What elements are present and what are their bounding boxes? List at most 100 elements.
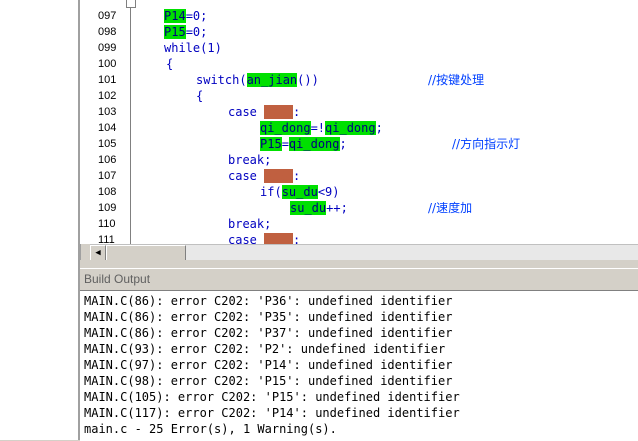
code-line[interactable]: 106 break; — [80, 152, 638, 168]
code-line[interactable]: 097 P14=0; — [80, 8, 638, 24]
code-text: break; — [228, 216, 271, 232]
highlighted-identifier: qi_dong — [260, 121, 311, 135]
highlighted-identifier: qi_dong — [325, 121, 376, 135]
code-token: : — [293, 169, 301, 183]
build-output-header: Build Output — [80, 268, 638, 291]
code-token: case — [228, 169, 265, 183]
code-token: ; — [375, 121, 383, 135]
code-text: { — [166, 56, 173, 72]
line-number: 101 — [98, 74, 117, 86]
code-token: break; — [228, 217, 272, 231]
code-token: switch( — [196, 73, 247, 87]
code-token: { — [166, 57, 174, 71]
code-token: = — [281, 137, 289, 151]
code-token: break; — [228, 153, 272, 167]
highlighted-identifier: su_du — [281, 185, 318, 199]
build-message[interactable]: MAIN.C(105): error C202: 'P15': undefine… — [84, 389, 460, 405]
code-text: P14=0; — [164, 8, 207, 24]
code-line[interactable]: 102 { — [80, 88, 638, 104]
line-number: 103 — [98, 106, 117, 118]
code-line[interactable]: 107 case 0x0d: — [80, 168, 638, 184]
code-text: { — [196, 88, 203, 104]
code-token: : — [293, 105, 301, 119]
code-text: case 0x0e: — [228, 104, 300, 120]
workspace-panel — [0, 0, 80, 440]
code-line[interactable]: 105 P15=qi_dong; //方向指示灯 — [80, 136, 638, 152]
code-line[interactable]: 109 su_du++; //速度加 — [80, 200, 638, 216]
code-text: P15=qi_dong; — [260, 136, 347, 152]
case-value: 0x0b — [264, 233, 294, 244]
line-number: 102 — [98, 90, 117, 102]
code-line[interactable]: 098 P15=0; — [80, 24, 638, 40]
code-text: if(su_du<9) — [260, 184, 340, 200]
code-line[interactable]: 101 switch(an_jian()) //按键处理 — [80, 72, 638, 88]
highlighted-identifier: su_du — [290, 201, 327, 215]
code-token: case — [228, 233, 265, 244]
code-token: { — [196, 89, 204, 103]
code-text: P15=0; — [164, 24, 207, 40]
code-line[interactable]: 110 break; — [80, 216, 638, 232]
code-text: switch(an_jian()) — [196, 72, 319, 88]
build-summary[interactable]: main.c - 25 Error(s), 1 Warning(s). — [84, 421, 337, 437]
code-line[interactable]: 111 case 0x0b: — [80, 232, 638, 244]
build-message[interactable]: MAIN.C(86): error C202: 'P37': undefined… — [84, 325, 452, 341]
case-value: 0x0d — [264, 169, 294, 183]
code-comment: //按键处理 — [428, 73, 485, 87]
code-token: ()) — [297, 73, 319, 87]
build-message[interactable]: MAIN.C(86): error C202: 'P35': undefined… — [84, 309, 452, 325]
code-text: qi_dong=!qi_dong; — [260, 120, 383, 136]
code-line[interactable]: 100 { — [80, 56, 638, 72]
code-token: =! — [310, 121, 326, 135]
build-message[interactable]: MAIN.C(97): error C202: 'P14': undefined… — [84, 357, 452, 373]
code-token: ++; — [326, 201, 348, 215]
code-text: su_du++; — [290, 200, 348, 216]
line-number: 104 — [98, 122, 117, 134]
pane-splitter[interactable] — [80, 260, 638, 268]
highlighted-identifier: an_jian — [246, 73, 298, 87]
code-line[interactable]: 099 while(1) — [80, 40, 638, 56]
line-number: 106 — [98, 154, 117, 166]
fold-toggle-icon[interactable] — [126, 0, 136, 8]
line-number: 100 — [98, 58, 117, 70]
code-line[interactable]: 104 qi_dong=!qi_dong; — [80, 120, 638, 136]
code-line[interactable]: 108 if(su_du<9) — [80, 184, 638, 200]
highlighted-identifier: P15 — [164, 25, 186, 39]
build-output-title: Build Output — [84, 272, 151, 286]
horizontal-scrollbar[interactable]: ◀ — [90, 244, 638, 261]
line-number: 105 — [98, 138, 117, 150]
build-message[interactable]: MAIN.C(98): error C202: 'P15': undefined… — [84, 373, 452, 389]
line-number: 110 — [98, 218, 116, 230]
code-token: while(1) — [164, 41, 222, 55]
highlighted-identifier: P14 — [164, 9, 186, 23]
line-number: 098 — [98, 26, 117, 38]
code-token: : — [293, 233, 301, 244]
line-number: 111 — [98, 234, 115, 244]
case-value: 0x0e — [264, 105, 294, 119]
line-number: 109 — [98, 202, 117, 214]
scroll-thumb[interactable] — [106, 245, 186, 261]
code-token: case — [228, 105, 265, 119]
line-number: 108 — [98, 186, 117, 198]
scroll-left-arrow-icon[interactable]: ◀ — [90, 245, 106, 261]
code-token: if( — [260, 185, 282, 199]
line-number: 099 — [98, 42, 117, 54]
code-text: break; — [228, 152, 271, 168]
line-number: 097 — [98, 10, 117, 22]
build-output-panel[interactable]: MAIN.C(86): error C202: 'P36': undefined… — [80, 290, 638, 441]
code-token: =0; — [185, 25, 208, 39]
code-comment: //速度加 — [428, 201, 473, 215]
code-line[interactable]: 103 case 0x0e: — [80, 104, 638, 120]
highlighted-identifier: qi_dong — [288, 137, 340, 151]
code-comment: //方向指示灯 — [452, 137, 521, 151]
build-message[interactable]: MAIN.C(117): error C202: 'P14': undefine… — [84, 405, 460, 421]
code-text: case 0x0d: — [228, 168, 300, 184]
code-token: =0; — [185, 9, 208, 23]
line-number: 107 — [98, 170, 117, 182]
build-message[interactable]: MAIN.C(86): error C202: 'P36': undefined… — [84, 293, 452, 309]
code-text: case 0x0b: — [228, 232, 300, 244]
code-token: <9) — [317, 185, 340, 199]
code-editor[interactable]: 097 P14=0; 098 P15=0; 099 while(1) 100{101 swit… — [80, 0, 638, 244]
build-message[interactable]: MAIN.C(93): error C202: 'P2': undefined … — [84, 341, 445, 357]
highlighted-identifier: P15 — [260, 137, 282, 151]
code-text: while(1) — [164, 40, 222, 56]
